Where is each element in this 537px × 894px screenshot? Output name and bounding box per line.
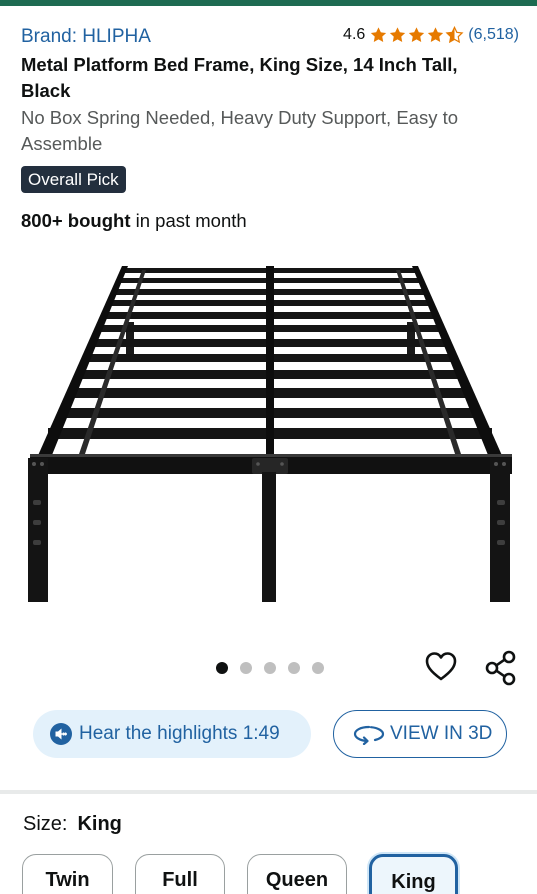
view-in-3d-button[interactable]: VIEW IN 3D: [333, 710, 507, 758]
speaker-play-icon: [50, 723, 72, 745]
star-full-icon: [390, 27, 406, 42]
product-title: Metal Platform Bed Frame, King Size, 14 …: [21, 54, 458, 101]
section-divider: [0, 790, 537, 794]
size-option-twin[interactable]: Twin: [22, 854, 113, 894]
bought-count: 800+ bought: [21, 210, 131, 231]
product-image-bed-frame[interactable]: [24, 262, 516, 607]
carousel-dot[interactable]: [240, 662, 252, 674]
view-in-3d-label: VIEW IN 3D: [390, 723, 493, 744]
bought-suffix: in past month: [130, 210, 247, 231]
star-full-icon: [371, 27, 387, 42]
share-icon[interactable]: [484, 650, 518, 686]
carousel-dot[interactable]: [264, 662, 276, 674]
hear-highlights-label: Hear the highlights 1:49: [79, 723, 280, 744]
size-options: Twin Full Queen King: [22, 854, 480, 894]
heart-icon[interactable]: [424, 650, 458, 684]
bought-in-past-month: 800+ bought in past month: [21, 210, 247, 232]
star-full-icon: [428, 27, 444, 42]
size-option-full[interactable]: Full: [135, 854, 225, 894]
hear-highlights-button[interactable]: Hear the highlights 1:49: [33, 710, 311, 758]
carousel-dot[interactable]: [312, 662, 324, 674]
overall-pick-badge: Overall Pick: [21, 166, 126, 193]
rating-summary[interactable]: 4.6 (6,518): [343, 26, 519, 44]
size-option-queen[interactable]: Queen: [247, 854, 347, 894]
image-carousel-indicator[interactable]: [216, 662, 336, 674]
top-accent-bar: [0, 0, 537, 6]
star-half-icon: [445, 26, 464, 44]
brand-link[interactable]: Brand: HLIPHA: [21, 26, 151, 48]
rotate-3d-icon: [353, 725, 385, 745]
product-subtitle: No Box Spring Needed, Heavy Duty Support…: [21, 107, 459, 154]
size-label: Size:: [23, 813, 68, 835]
star-rating-icon: [369, 26, 464, 44]
size-selected-value: King: [77, 813, 122, 835]
size-selection-row: Size: King: [23, 813, 122, 836]
carousel-dot[interactable]: [216, 662, 228, 674]
rating-count-link[interactable]: (6,518): [468, 26, 519, 44]
carousel-dot[interactable]: [288, 662, 300, 674]
star-full-icon: [409, 27, 425, 42]
size-option-king[interactable]: King: [369, 854, 458, 894]
rating-value: 4.6: [343, 26, 366, 43]
